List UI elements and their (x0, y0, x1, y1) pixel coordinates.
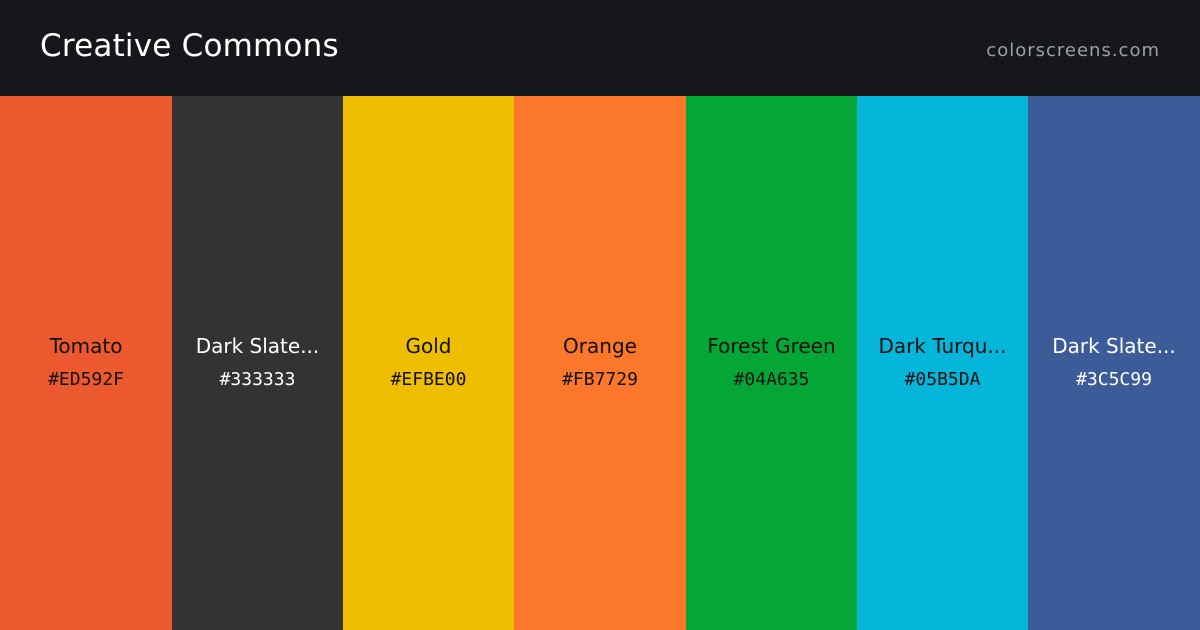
color-name: Tomato (49, 334, 123, 358)
color-swatch-5[interactable]: Forest Green #04A635 (686, 96, 857, 630)
color-name: Orange (563, 334, 637, 358)
site-name[interactable]: colorscreens.com (986, 38, 1160, 64)
color-name: Dark Slate... (1052, 334, 1176, 358)
header-bar: Creative Commons colorscreens.com (0, 0, 1200, 96)
color-swatch-6[interactable]: Dark Turqu... #05B5DA (857, 96, 1028, 630)
color-swatch-3[interactable]: Gold #EFBE00 (343, 96, 514, 630)
color-name: Forest Green (707, 334, 836, 358)
color-name: Gold (405, 334, 452, 358)
color-swatch-2[interactable]: Dark Slate... #333333 (172, 96, 343, 630)
color-hex: #EFBE00 (390, 369, 467, 390)
color-swatch-4[interactable]: Orange #FB7729 (514, 96, 686, 630)
color-swatch-1[interactable]: Tomato #ED592F (0, 96, 172, 630)
color-swatch-7[interactable]: Dark Slate... #3C5C99 (1028, 96, 1200, 630)
color-palette: Tomato #ED592F Dark Slate... #333333 Gol… (0, 96, 1200, 630)
color-name: Dark Slate... (195, 334, 320, 358)
color-hex: #3C5C99 (1076, 369, 1152, 390)
palette-title: Creative Commons (40, 28, 339, 64)
color-hex: #ED592F (48, 369, 124, 390)
color-hex: #05B5DA (904, 369, 981, 390)
color-hex: #333333 (219, 369, 296, 390)
color-hex: #FB7729 (562, 369, 638, 390)
color-hex: #04A635 (733, 369, 810, 390)
color-name: Dark Turqu... (878, 334, 1007, 358)
